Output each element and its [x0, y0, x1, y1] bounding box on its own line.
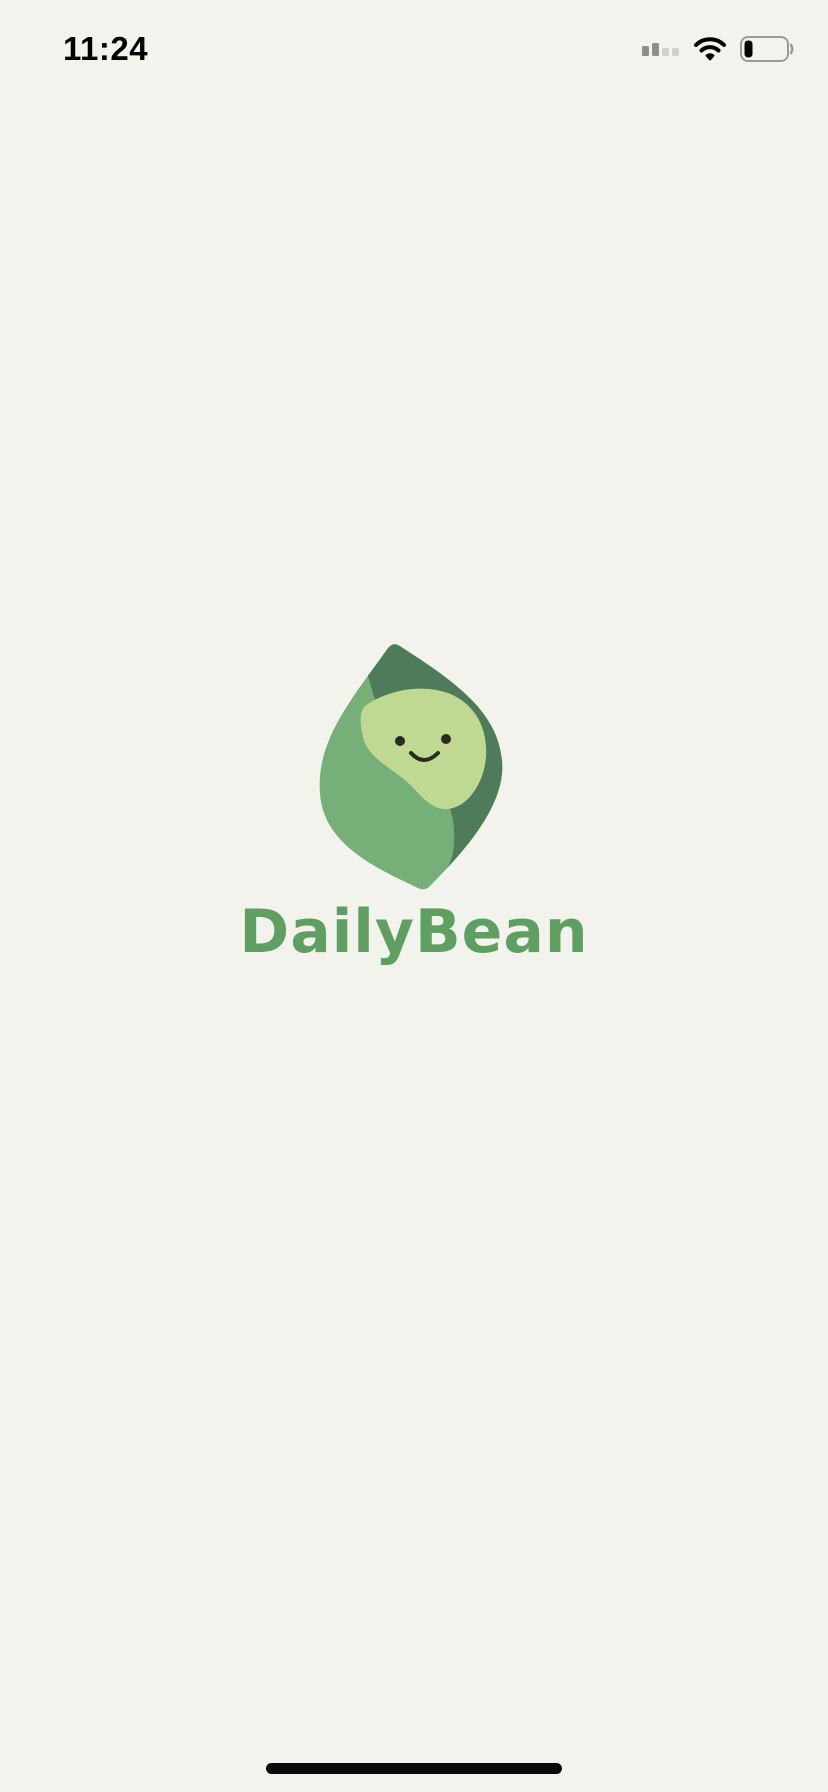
- status-time: 11:24: [63, 30, 149, 67]
- status-bar: 11:24: [0, 0, 828, 100]
- left-eye-icon: [395, 736, 405, 746]
- splash-screen: 11:24 DailyBean: [0, 0, 828, 1792]
- status-icons: [642, 34, 794, 64]
- bean-mascot-logo: [319, 644, 503, 890]
- signal-icon: [642, 43, 679, 56]
- home-indicator[interactable]: [266, 1763, 562, 1774]
- right-eye-icon: [441, 734, 451, 744]
- wifi-icon: [694, 37, 726, 61]
- app-name: DailyBean: [239, 897, 589, 967]
- battery-icon: [740, 36, 794, 62]
